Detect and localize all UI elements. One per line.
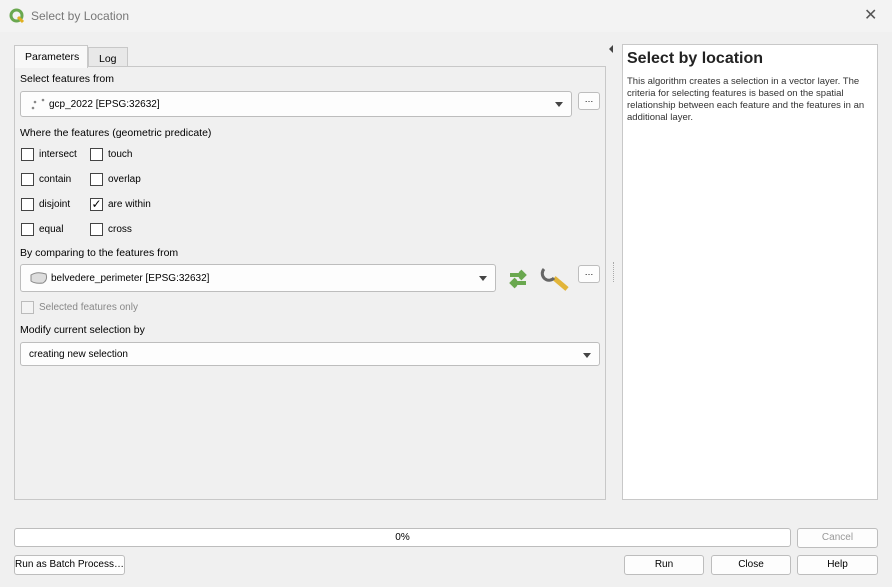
predicate-checkbox-overlap[interactable] — [90, 173, 103, 186]
predicate-checkbox-cross[interactable] — [90, 223, 103, 236]
splitter-handle[interactable] — [613, 262, 615, 282]
predicate-label: cross — [108, 224, 132, 235]
selected-only-checkbox[interactable] — [21, 301, 34, 314]
predicate-label: Where the features (geometric predicate) — [20, 127, 212, 139]
select-from-options-button[interactable]: … — [578, 92, 600, 110]
wrench-icon[interactable] — [540, 264, 570, 292]
predicate-checkbox-intersect[interactable] — [21, 148, 34, 161]
help-title: Select by location — [627, 50, 764, 67]
compare-combo[interactable]: belvedere_perimeter [EPSG:32632] — [20, 264, 496, 292]
selected-only-label: Selected features only — [39, 302, 138, 313]
collapse-help-icon[interactable] — [609, 45, 613, 53]
select-from-value: gcp_2022 [EPSG:32632] — [49, 98, 160, 110]
tab-log[interactable]: Log — [88, 47, 128, 67]
run-button[interactable]: Run — [624, 555, 704, 575]
point-layer-icon — [31, 98, 45, 110]
batch-process-button[interactable]: Run as Batch Process… — [14, 555, 125, 575]
progress-bar: 0% — [14, 528, 791, 547]
modify-value: creating new selection — [29, 348, 128, 360]
compare-label: By comparing to the features from — [20, 247, 179, 259]
help-panel: Select by location This algorithm create… — [622, 44, 878, 500]
predicate-checkbox-equal[interactable] — [21, 223, 34, 236]
predicate-label: contain — [39, 174, 72, 185]
predicate-checkbox-contain[interactable] — [21, 173, 34, 186]
close-button[interactable]: Close — [711, 555, 791, 575]
polygon-layer-icon — [30, 272, 48, 284]
predicate-label: are within — [108, 199, 151, 210]
predicate-checkbox-disjoint[interactable] — [21, 198, 34, 211]
predicate-label: overlap — [108, 174, 141, 185]
modify-combo[interactable]: creating new selection — [20, 342, 600, 366]
tab-parameters[interactable]: Parameters — [14, 45, 88, 68]
help-text: This algorithm creates a selection in a … — [627, 76, 865, 123]
window-title: Select by Location — [31, 9, 130, 23]
help-button[interactable]: Help — [797, 555, 878, 575]
compare-value: belvedere_perimeter [EPSG:32632] — [51, 272, 210, 284]
close-icon[interactable]: ✕ — [864, 5, 877, 25]
predicate-label: disjoint — [39, 199, 71, 210]
chevron-down-icon — [479, 276, 487, 281]
qgis-logo-icon — [9, 8, 25, 24]
predicate-label: intersect — [39, 149, 77, 160]
compare-options-button[interactable]: … — [578, 265, 600, 283]
select-from-label: Select features from — [20, 73, 114, 85]
predicate-checkbox-touch[interactable] — [90, 148, 103, 161]
chevron-down-icon — [583, 353, 591, 358]
cancel-button[interactable]: Cancel — [797, 528, 878, 548]
predicate-checkbox-are-within[interactable]: ✓ — [90, 198, 103, 211]
title-bar: Select by Location ✕ — [0, 0, 892, 32]
predicate-label: touch — [108, 149, 133, 160]
chevron-down-icon — [555, 102, 563, 107]
predicate-label: equal — [39, 224, 64, 235]
iterate-icon[interactable] — [505, 267, 531, 291]
select-from-combo[interactable]: gcp_2022 [EPSG:32632] — [20, 91, 572, 117]
modify-label: Modify current selection by — [20, 324, 145, 336]
